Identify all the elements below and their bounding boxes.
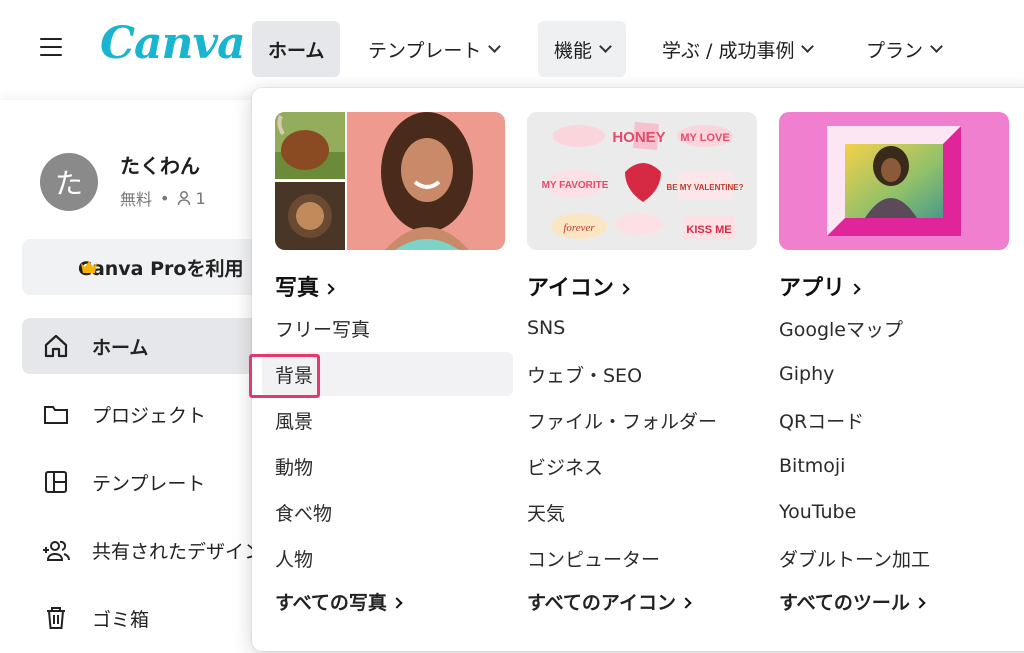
icons-link-sns[interactable]: SNS — [527, 306, 755, 350]
apps-link-giphy[interactable]: Giphy — [779, 352, 1007, 396]
icons-link-business[interactable]: ビジネス — [527, 444, 755, 488]
top-bar: Canva ホーム テンプレート 機能 学ぶ / 成功事例 プラン — [0, 0, 1024, 100]
sticker-text: KISS ME — [686, 224, 731, 236]
sidebar-item-shared[interactable]: 共有されたデザイン — [22, 522, 282, 578]
icons-link-computer[interactable]: コンピューター — [527, 536, 755, 580]
chevron-down-icon — [801, 40, 815, 53]
photos-all-link[interactable]: すべての写真 — [275, 588, 403, 615]
chevron-down-icon — [599, 40, 612, 53]
crown-icon — [81, 261, 97, 273]
sidebar: た たくわん 無料 • 1 Canva Proを利用 ホーム プロジェクト テン… — [0, 100, 282, 653]
icons-link-web-seo[interactable]: ウェブ・SEO — [527, 352, 755, 396]
chevron-right-icon — [680, 597, 692, 609]
chevron-right-icon — [618, 283, 630, 295]
nav-learn[interactable]: 学ぶ / 成功事例 — [646, 21, 828, 77]
nav-plans[interactable]: プラン — [850, 21, 957, 77]
sticker-text: forever — [563, 222, 595, 234]
chevron-right-icon — [323, 283, 335, 295]
apps-link-google-maps[interactable]: Googleマップ — [779, 306, 1007, 350]
sticker-text: MY FAVORITE — [542, 180, 609, 191]
chevron-down-icon — [488, 40, 502, 53]
template-icon — [45, 471, 67, 493]
apps-link-bitmoji[interactable]: Bitmoji — [779, 444, 1007, 488]
icons-title[interactable]: アイコン — [527, 270, 630, 302]
apps-column: アプリ Googleマップ Giphy QRコード Bitmoji YouTub… — [779, 88, 1009, 651]
chevron-down-icon — [930, 40, 943, 53]
shared-users-icon — [43, 540, 70, 561]
sidebar-item-templates[interactable]: テンプレート — [22, 454, 282, 510]
highlight-box — [249, 354, 320, 398]
person-icon — [178, 191, 191, 206]
sticker-text: BE MY VALENTINE? — [666, 183, 743, 192]
icons-link-file-folder[interactable]: ファイル・フォルダー — [527, 398, 755, 442]
user-plan: 無料 • 1 — [120, 188, 206, 210]
sticker-text: HONEY — [612, 129, 665, 146]
features-dropdown: 写真 フリー写真 背景 風景 動物 食べ物 人物 すべての写真 HONEY MY… — [249, 88, 1024, 651]
user-name: たくわん — [120, 154, 200, 178]
apps-link-youtube[interactable]: YouTube — [779, 490, 1007, 534]
photos-link-food[interactable]: 食べ物 — [275, 490, 503, 534]
nav-home[interactable]: ホーム — [252, 21, 341, 77]
photos-title[interactable]: 写真 — [275, 270, 335, 302]
chevron-right-icon — [914, 597, 926, 609]
trash-icon — [47, 607, 65, 629]
icons-thumbnail[interactable]: HONEY MY LOVE MY FAVORITE BE MY VALENTIN… — [527, 112, 757, 250]
menu-icon[interactable] — [40, 38, 62, 58]
chevron-right-icon — [391, 597, 403, 609]
apps-link-duotone[interactable]: ダブルトーン加工 — [779, 536, 1007, 580]
apps-all-link[interactable]: すべてのツール — [779, 588, 926, 615]
chevron-right-icon — [849, 283, 861, 295]
nav-features[interactable]: 機能 — [538, 21, 627, 77]
sticker-text: MY LOVE — [680, 132, 729, 144]
canva-logo[interactable]: Canva — [100, 18, 246, 69]
home-icon — [44, 334, 68, 358]
sidebar-item-home[interactable]: ホーム — [22, 318, 282, 374]
photos-thumbnail[interactable] — [275, 112, 505, 250]
avatar[interactable]: た — [40, 153, 98, 211]
photos-column: 写真 フリー写真 背景 風景 動物 食べ物 人物 すべての写真 — [249, 88, 513, 651]
photos-link-people[interactable]: 人物 — [275, 536, 503, 580]
apps-link-qr-code[interactable]: QRコード — [779, 398, 1007, 442]
apps-thumbnail[interactable] — [779, 112, 1009, 250]
sidebar-item-projects[interactable]: プロジェクト — [22, 386, 282, 442]
nav-templates[interactable]: テンプレート — [352, 21, 515, 77]
sidebar-item-trash[interactable]: ゴミ箱 — [22, 590, 282, 646]
icons-column: HONEY MY LOVE MY FAVORITE BE MY VALENTIN… — [527, 88, 757, 651]
photos-link-background[interactable]: 背景 — [249, 352, 513, 398]
icons-all-link[interactable]: すべてのアイコン — [527, 588, 692, 615]
apps-title[interactable]: アプリ — [779, 270, 861, 302]
photos-link-free[interactable]: フリー写真 — [275, 306, 503, 350]
canva-pro-button[interactable]: Canva Proを利用 — [22, 239, 282, 295]
photos-link-landscape[interactable]: 風景 — [275, 398, 503, 442]
icons-link-weather[interactable]: 天気 — [527, 490, 755, 534]
folder-icon — [44, 406, 68, 424]
photos-link-animals[interactable]: 動物 — [275, 444, 503, 488]
